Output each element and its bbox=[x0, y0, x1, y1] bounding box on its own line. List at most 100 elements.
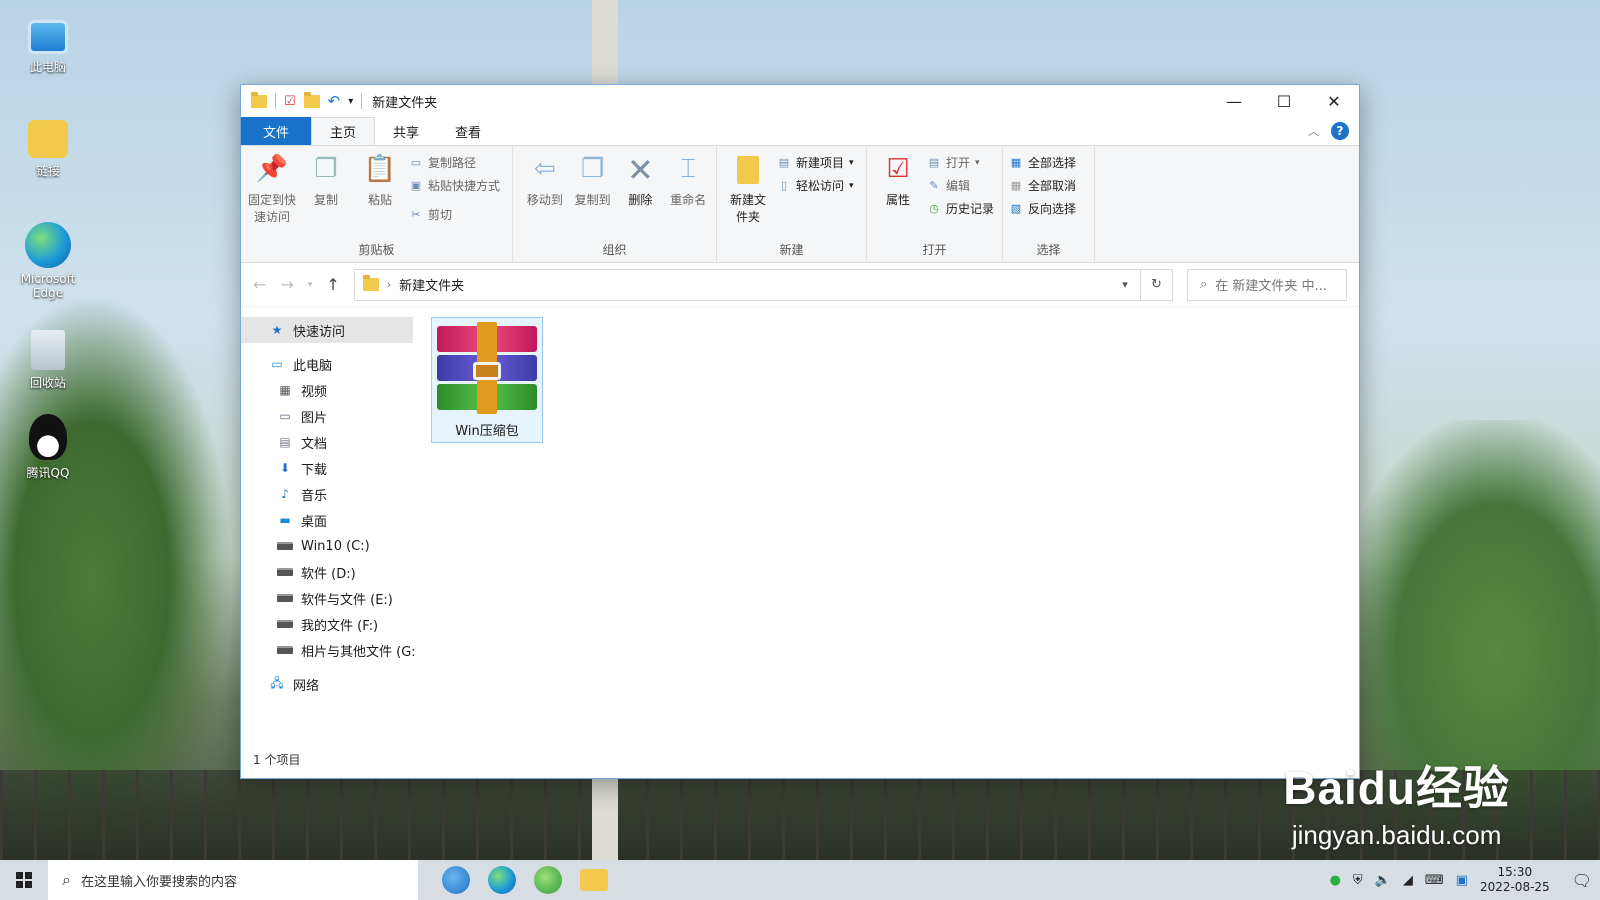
nav-item-videos[interactable]: ▦ 视频 bbox=[241, 377, 413, 403]
clock-time: 15:30 bbox=[1497, 865, 1533, 879]
minimize-button[interactable]: — bbox=[1209, 85, 1259, 117]
customize-chevron-down-icon[interactable]: ▾ bbox=[348, 96, 353, 107]
new-item-button[interactable]: ▤ 新建项目 ▾ bbox=[777, 154, 854, 171]
tab-file[interactable]: 文件 bbox=[241, 117, 312, 145]
group-label: 选择 bbox=[1036, 243, 1061, 257]
copy-button[interactable]: ❐ 复制 bbox=[301, 152, 351, 240]
window-controls: — ☐ ✕ bbox=[1209, 85, 1359, 117]
desktop-icon-qq[interactable]: 腾讯QQ bbox=[10, 414, 86, 481]
tab-home[interactable]: 主页 bbox=[311, 117, 376, 145]
star-pin-icon: ★ bbox=[271, 323, 283, 337]
search-icon: ⌕ bbox=[1200, 277, 1208, 292]
easy-access-button[interactable]: ▯ 轻松访问 ▾ bbox=[777, 177, 854, 194]
maximize-button[interactable]: ☐ bbox=[1259, 85, 1309, 117]
windows-logo-icon bbox=[16, 872, 32, 888]
desktop-icon-recycle-bin[interactable]: 回收站 bbox=[10, 330, 86, 391]
address-dropdown-chevron-icon[interactable]: ▾ bbox=[1110, 278, 1140, 291]
nav-item-quick-access[interactable]: ★ 快速访问 bbox=[241, 317, 413, 343]
status-bar: 1 个项目 bbox=[253, 752, 301, 767]
nav-item-music[interactable]: ♪ 音乐 bbox=[241, 481, 413, 507]
delete-button[interactable]: ✕ 删除 bbox=[619, 151, 663, 240]
desktop-icon-this-pc[interactable]: 此电脑 bbox=[10, 20, 86, 75]
ribbon-group-new: 新建文件夹 ▤ 新建项目 ▾ ▯ 轻松访问 ▾ 新建 bbox=[717, 146, 867, 262]
copy-to-icon: ❐ bbox=[580, 154, 605, 185]
nav-item-downloads[interactable]: ⬇ 下载 bbox=[241, 455, 413, 481]
wechat-icon[interactable]: ● bbox=[1330, 873, 1341, 888]
select-none-button[interactable]: ▦ 全部取消 bbox=[1009, 177, 1076, 194]
new-folder-button[interactable]: 新建文件夹 bbox=[723, 152, 773, 240]
edge-icon bbox=[25, 222, 71, 268]
pin-icon: 📌 bbox=[255, 154, 289, 185]
chevron-down-icon: ▾ bbox=[849, 157, 854, 168]
rename-button[interactable]: ⌶ 重命名 bbox=[666, 152, 710, 240]
download-arrow-icon: ⬇ bbox=[279, 461, 291, 475]
undo-icon[interactable]: ↶ bbox=[328, 92, 341, 110]
refresh-button[interactable]: ↻ bbox=[1141, 268, 1173, 301]
start-button[interactable] bbox=[0, 860, 48, 900]
monitor-icon bbox=[28, 20, 68, 54]
pin-quick-access-button[interactable]: 📌 固定到快速访问 bbox=[247, 152, 297, 240]
search-input[interactable]: ⌕ 在 新建文件夹 中... bbox=[1187, 268, 1347, 301]
back-arrow-icon[interactable]: ← bbox=[253, 275, 266, 294]
paste-clipboard-icon: 📋 bbox=[363, 154, 397, 185]
360-browser-icon[interactable] bbox=[534, 866, 562, 894]
edge-icon[interactable] bbox=[488, 866, 516, 894]
nav-item-drive-g[interactable]: 相片与其他文件 (G: bbox=[241, 637, 416, 663]
file-explorer-icon[interactable] bbox=[580, 869, 608, 891]
taskbar-search-input[interactable]: ⌕ 在这里输入你要搜索的内容 bbox=[48, 860, 418, 900]
forward-arrow-icon[interactable]: → bbox=[280, 275, 293, 294]
security-shield-icon[interactable]: ⛨ bbox=[1353, 873, 1363, 888]
new-folder-icon[interactable] bbox=[303, 91, 320, 108]
baidu-watermark: Baidu经验 jingyan.baidu.com bbox=[1283, 752, 1510, 851]
clock[interactable]: 15:30 2022-08-25 bbox=[1480, 865, 1550, 895]
app-tray-icon[interactable]: ▣ bbox=[1456, 873, 1468, 888]
breadcrumb-current[interactable]: 新建文件夹 bbox=[399, 275, 464, 294]
paste-button[interactable]: 📋 粘贴 bbox=[355, 152, 405, 240]
watermark-brand: Baidu经验 bbox=[1283, 762, 1510, 814]
up-arrow-icon[interactable]: ↑ bbox=[326, 275, 339, 294]
collapse-ribbon-chevron-up-icon[interactable]: ︿ bbox=[1308, 123, 1319, 139]
nav-item-drive-f[interactable]: 我的文件 (F:) bbox=[241, 611, 413, 637]
watermark-url: jingyan.baidu.com bbox=[1291, 820, 1502, 850]
nav-item-pictures[interactable]: ▭ 图片 bbox=[241, 403, 413, 429]
recent-locations-chevron-icon[interactable]: ▾ bbox=[308, 280, 313, 290]
paste-shortcut-button[interactable]: ▣ 粘贴快捷方式 bbox=[409, 177, 500, 194]
tab-view[interactable]: 查看 bbox=[437, 117, 499, 145]
edit-button[interactable]: ✎ 编辑 bbox=[927, 177, 994, 194]
network-wifi-icon[interactable]: ◢ bbox=[1403, 873, 1413, 888]
nav-item-network[interactable]: 🖧 网络 bbox=[241, 671, 413, 697]
copy-path-icon: ▭ bbox=[410, 156, 422, 169]
close-button[interactable]: ✕ bbox=[1309, 85, 1359, 117]
properties-check-icon[interactable]: ☑ bbox=[284, 94, 296, 109]
nav-item-drive-c[interactable]: Win10 (C:) bbox=[241, 533, 413, 559]
nav-item-desktop[interactable]: ▬ 桌面 bbox=[241, 507, 413, 533]
desktop-icon-links[interactable]: 链接 bbox=[10, 120, 86, 179]
help-icon[interactable]: ? bbox=[1331, 122, 1349, 140]
system-tray: ● ⛨ 🔈 ◢ ⌨ ▣ 15:30 2022-08-25 🗨 bbox=[1330, 865, 1600, 895]
address-bar[interactable]: › 新建文件夹 ▾ bbox=[353, 268, 1141, 301]
nav-item-drive-e[interactable]: 软件与文件 (E:) bbox=[241, 585, 413, 611]
notification-center-icon[interactable]: 🗨 bbox=[1572, 871, 1592, 890]
move-to-button[interactable]: ⇦ 移动到 bbox=[523, 152, 567, 240]
move-to-icon: ⇦ bbox=[533, 154, 556, 185]
sogou-browser-icon[interactable] bbox=[442, 866, 470, 894]
copy-to-button[interactable]: ❐ 复制到 bbox=[571, 152, 615, 240]
invert-selection-button[interactable]: ▧ 反向选择 bbox=[1009, 200, 1076, 217]
properties-check-icon: ☑ bbox=[886, 154, 910, 185]
file-item[interactable]: Win压缩包 bbox=[431, 317, 543, 443]
nav-item-drive-d[interactable]: 软件 (D:) bbox=[241, 559, 413, 585]
open-button[interactable]: ▤ 打开 ▾ bbox=[927, 154, 994, 171]
copy-path-button[interactable]: ▭ 复制路径 bbox=[409, 154, 500, 171]
input-method-icon[interactable]: ⌨ bbox=[1425, 873, 1444, 888]
cut-button[interactable]: ✂ 剪切 bbox=[409, 206, 500, 223]
navigation-pane: ★ 快速访问 ▭ 此电脑 ▦ 视频 ▭ 图片 ▤ 文档 ⬇ 下载 ♪ 音乐 ▬ 桌面 Win10… bbox=[241, 307, 416, 746]
volume-icon[interactable]: 🔈 bbox=[1375, 873, 1391, 888]
nav-item-documents[interactable]: ▤ 文档 bbox=[241, 429, 413, 455]
properties-button[interactable]: ☑ 属性 bbox=[873, 152, 923, 240]
new-folder-icon bbox=[733, 154, 763, 186]
history-button[interactable]: ◷ 历史记录 bbox=[927, 200, 994, 217]
nav-item-this-pc[interactable]: ▭ 此电脑 bbox=[241, 351, 413, 377]
tab-share[interactable]: 共享 bbox=[375, 117, 437, 145]
desktop-icon-edge[interactable]: Microsoft Edge bbox=[10, 222, 86, 300]
select-all-button[interactable]: ▦ 全部选择 bbox=[1009, 154, 1076, 171]
